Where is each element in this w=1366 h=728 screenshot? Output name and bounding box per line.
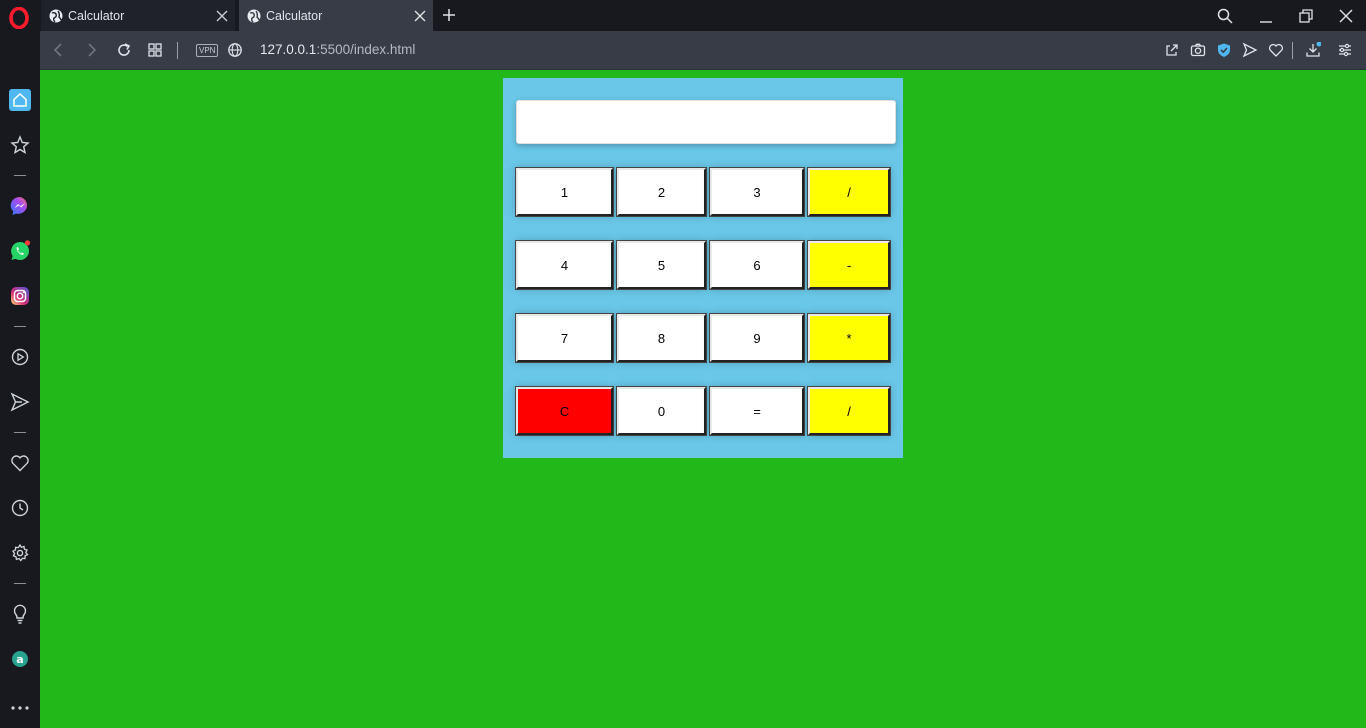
address-bar: VPN 127.0.0.1:5500/index.html <box>40 31 1366 70</box>
shield-icon[interactable] <box>1216 42 1232 58</box>
key-divide-2[interactable]: / <box>807 386 891 436</box>
easy-setup-icon[interactable] <box>1337 42 1353 58</box>
sidebar-divider <box>14 326 26 327</box>
tab-grid-icon[interactable] <box>147 42 163 58</box>
tab-calculator-1[interactable]: Calculator <box>41 0 235 31</box>
url-field[interactable]: 127.0.0.1:5500/index.html <box>260 42 415 57</box>
toolbar-divider <box>1292 42 1293 59</box>
instagram-icon[interactable] <box>9 285 31 307</box>
key-8[interactable]: 8 <box>616 313 707 363</box>
url-host: 127.0.0.1 <box>260 42 317 57</box>
player-icon[interactable] <box>9 346 31 368</box>
forward-icon[interactable] <box>83 42 99 58</box>
heart-icon[interactable] <box>9 452 31 474</box>
search-tabs-icon[interactable] <box>1217 8 1233 24</box>
globe-icon <box>49 9 63 22</box>
minimize-icon[interactable] <box>1258 8 1274 24</box>
close-tab-icon[interactable] <box>215 9 229 23</box>
key-1[interactable]: 1 <box>515 167 614 217</box>
toolbar-divider <box>177 42 178 59</box>
globe-icon[interactable] <box>227 42 243 58</box>
url-path: :5500/index.html <box>316 42 416 57</box>
vpn-badge[interactable]: VPN <box>196 44 219 57</box>
tab-title: Calculator <box>68 8 125 23</box>
key-minus[interactable]: - <box>807 240 891 290</box>
key-multiply[interactable]: * <box>807 313 891 363</box>
back-icon[interactable] <box>51 42 67 58</box>
globe-icon <box>247 9 261 22</box>
lightbulb-icon[interactable] <box>9 603 31 625</box>
messenger-icon[interactable] <box>9 195 31 217</box>
camera-icon[interactable] <box>1190 42 1206 58</box>
star-icon[interactable] <box>9 134 31 156</box>
key-divide[interactable]: / <box>807 167 891 217</box>
history-icon[interactable] <box>9 497 31 519</box>
aria-icon[interactable]: a <box>9 648 31 670</box>
send-icon[interactable] <box>1242 42 1258 58</box>
sidebar-divider <box>14 175 26 176</box>
tab-strip: Calculator Calculator <box>0 0 1366 31</box>
svg-text:a: a <box>16 653 23 666</box>
key-5[interactable]: 5 <box>616 240 707 290</box>
restore-icon[interactable] <box>1298 8 1314 24</box>
share-icon[interactable] <box>1164 42 1180 58</box>
calculator-panel: 1 2 3 / 4 5 6 - 7 8 9 * C 0 = / <box>503 78 903 458</box>
key-0[interactable]: 0 <box>616 386 707 436</box>
sidebar: a <box>0 31 40 728</box>
new-tab-plus-icon[interactable] <box>441 7 457 23</box>
tab-title: Calculator <box>266 8 323 23</box>
whatsapp-icon[interactable] <box>9 240 31 262</box>
key-4[interactable]: 4 <box>515 240 614 290</box>
key-9[interactable]: 9 <box>709 313 805 363</box>
close-tab-icon[interactable] <box>413 9 427 23</box>
sidebar-divider <box>14 583 26 584</box>
tab-calculator-2[interactable]: Calculator <box>239 0 433 31</box>
send-icon[interactable] <box>9 391 31 413</box>
settings-icon[interactable] <box>9 542 31 564</box>
calculator-display[interactable] <box>516 100 896 144</box>
sidebar-divider <box>14 432 26 433</box>
opera-logo-icon[interactable] <box>9 7 29 29</box>
key-3[interactable]: 3 <box>709 167 805 217</box>
key-6[interactable]: 6 <box>709 240 805 290</box>
download-icon[interactable] <box>1305 42 1321 58</box>
key-equals[interactable]: = <box>709 386 805 436</box>
more-icon[interactable] <box>9 697 31 719</box>
close-window-icon[interactable] <box>1338 8 1354 24</box>
home-icon[interactable] <box>9 89 31 111</box>
key-2[interactable]: 2 <box>616 167 707 217</box>
key-clear[interactable]: C <box>515 386 614 436</box>
heart-icon[interactable] <box>1268 42 1284 58</box>
key-7[interactable]: 7 <box>515 313 614 363</box>
reload-icon[interactable] <box>116 42 132 58</box>
